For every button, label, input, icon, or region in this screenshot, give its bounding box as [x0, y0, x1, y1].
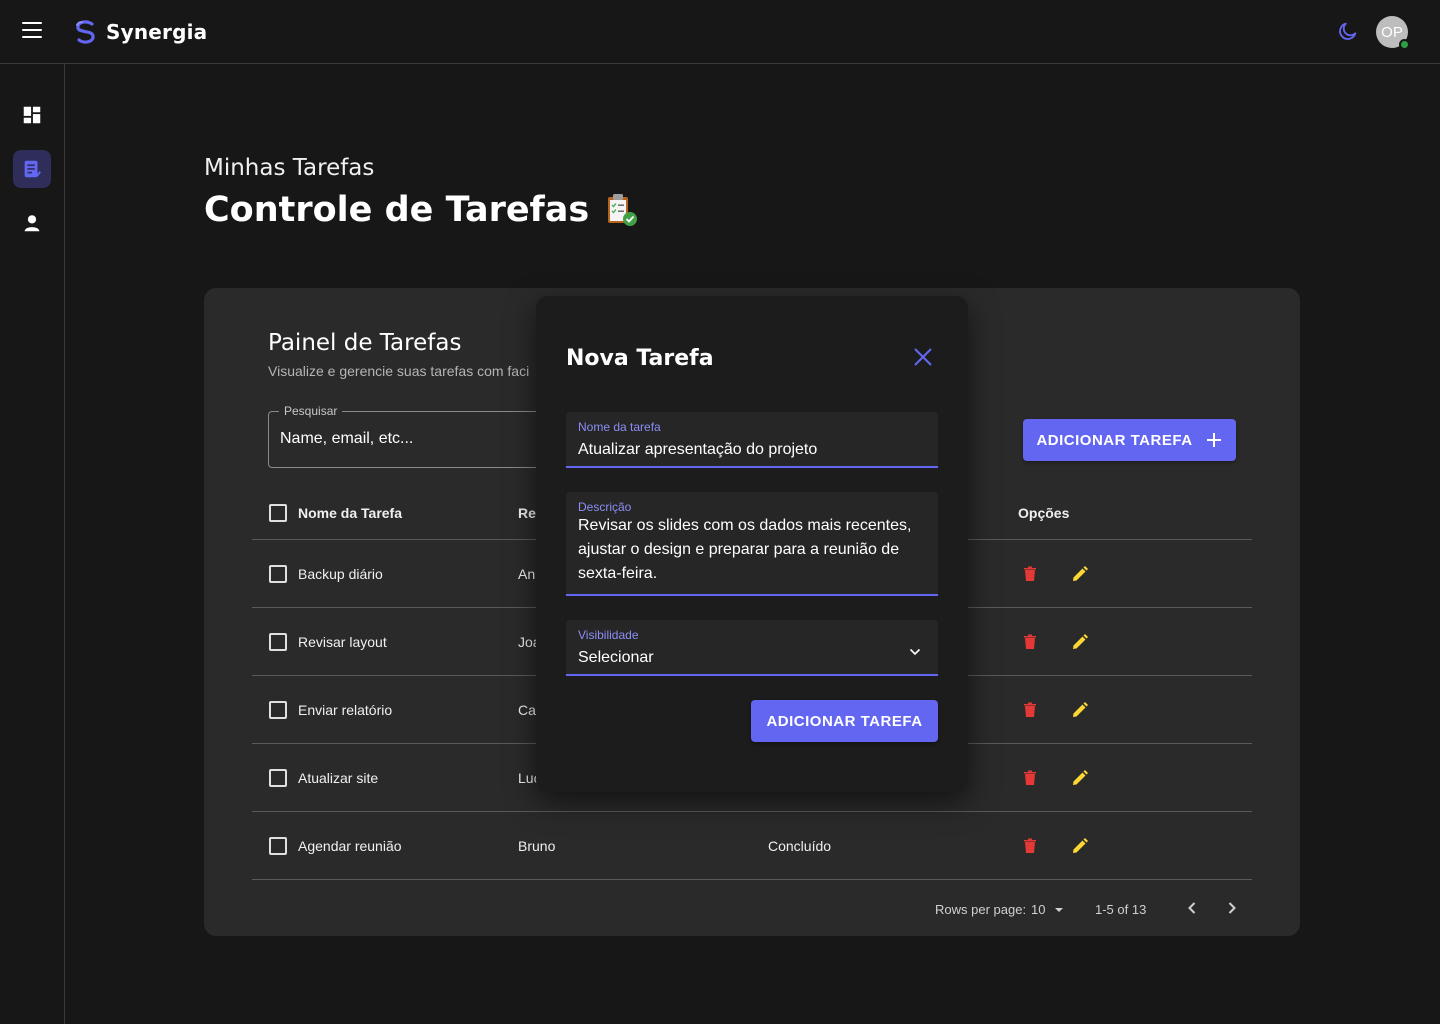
row-checkbox[interactable] — [269, 701, 287, 719]
pagination: Rows per page: 10 1-5 of 13 — [204, 896, 1300, 920]
close-icon[interactable] — [912, 346, 934, 368]
task-responsible: Ca — [518, 702, 536, 718]
task-name: Backup diário — [298, 566, 383, 582]
page-range: 1-5 of 13 — [1095, 902, 1147, 917]
online-status-badge — [1399, 39, 1410, 50]
panel-title: Painel de Tarefas — [268, 330, 462, 356]
sidebar-item-tasks[interactable] — [13, 150, 51, 188]
edit-icon[interactable] — [1070, 768, 1090, 788]
avatar[interactable]: OP — [1376, 16, 1410, 50]
dark-mode-toggle-icon[interactable] — [1337, 20, 1359, 42]
page-subtitle: Minhas Tarefas — [204, 155, 375, 181]
table-row: Agendar reunião Bruno Concluído — [252, 812, 1252, 880]
task-name: Agendar reunião — [298, 838, 402, 854]
task-name: Atualizar site — [298, 770, 379, 786]
search-label: Pesquisar — [279, 404, 343, 418]
task-name-field[interactable]: Nome da tarefa Atualizar apresentação do… — [566, 412, 938, 468]
dialog-title: Nova Tarefa — [566, 346, 714, 371]
task-responsible: An — [518, 566, 536, 582]
delete-icon[interactable] — [1020, 768, 1040, 788]
avatar-initials: OP — [1381, 23, 1403, 41]
task-responsible: Bruno — [518, 838, 556, 854]
dialog-add-task-button[interactable]: ADICIONAR TAREFA — [751, 700, 938, 742]
page-title-text: Controle de Tarefas — [204, 190, 590, 230]
row-checkbox[interactable] — [269, 565, 287, 583]
chevron-left-icon[interactable] — [1182, 898, 1202, 918]
menu-icon[interactable] — [22, 22, 42, 42]
panel-subtitle: Visualize e gerencie suas tarefas com fa… — [268, 363, 530, 379]
sidebar-item-dashboard[interactable] — [13, 96, 51, 134]
search-field[interactable]: Pesquisar — [268, 404, 578, 468]
visibility-label: Visibilidade — [578, 628, 639, 642]
task-name-label: Nome da tarefa — [578, 420, 661, 434]
delete-icon[interactable] — [1020, 632, 1040, 652]
chevron-down-icon — [909, 648, 921, 656]
app-name: Synergia — [106, 20, 208, 44]
row-checkbox[interactable] — [269, 769, 287, 787]
delete-icon[interactable] — [1020, 700, 1040, 720]
rows-per-page-label: Rows per page: — [935, 902, 1027, 917]
row-checkbox[interactable] — [269, 633, 287, 651]
edit-icon[interactable] — [1070, 564, 1090, 584]
description-field[interactable]: Descrição Revisar os slides com os dados… — [566, 492, 938, 596]
description-input[interactable]: Revisar os slides com os dados mais rece… — [578, 514, 924, 586]
plus-icon — [1206, 433, 1221, 447]
header-options: Opções — [1018, 505, 1070, 521]
dashboard-icon — [23, 106, 41, 124]
logo[interactable]: Synergia — [72, 18, 207, 46]
row-checkbox[interactable] — [269, 837, 287, 855]
clipboard-check-icon — [608, 194, 638, 226]
header-name[interactable]: Nome da Tarefa — [298, 505, 402, 521]
edit-icon[interactable] — [1070, 632, 1090, 652]
sidebar — [0, 64, 65, 1024]
task-status: Concluído — [768, 838, 832, 854]
sidebar-item-profile[interactable] — [13, 204, 51, 242]
dialog-add-task-label: ADICIONAR TAREFA — [766, 712, 923, 730]
top-bar: Synergia OP — [0, 0, 1440, 64]
person-icon — [24, 215, 40, 232]
edit-icon[interactable] — [1070, 836, 1090, 856]
chevron-right-icon[interactable] — [1222, 898, 1242, 918]
page-title: Controle de Tarefas — [204, 190, 639, 230]
synergia-logo-icon — [76, 20, 95, 44]
edit-icon[interactable] — [1070, 700, 1090, 720]
new-task-dialog: Nova Tarefa Nome da tarefa Atualizar apr… — [536, 296, 968, 792]
description-label: Descrição — [578, 500, 632, 514]
rows-per-page-select[interactable]: 10 — [1031, 902, 1065, 917]
delete-icon[interactable] — [1020, 836, 1040, 856]
task-name: Enviar relatório — [298, 702, 393, 718]
caret-down-icon — [1055, 907, 1064, 912]
add-task-button-label: ADICIONAR TAREFA — [1036, 431, 1193, 449]
delete-icon[interactable] — [1020, 564, 1040, 584]
select-all-checkbox[interactable] — [269, 504, 287, 522]
rows-per-page-value: 10 — [1031, 902, 1046, 917]
visibility-value: Selecionar — [578, 649, 654, 666]
task-name: Revisar layout — [298, 634, 387, 650]
tasks-icon — [24, 160, 41, 178]
search-input[interactable] — [280, 430, 560, 448]
visibility-select[interactable]: Visibilidade Selecionar — [566, 620, 938, 676]
task-name-input[interactable]: Atualizar apresentação do projeto — [578, 438, 924, 462]
add-task-button[interactable]: ADICIONAR TAREFA — [1023, 419, 1236, 461]
